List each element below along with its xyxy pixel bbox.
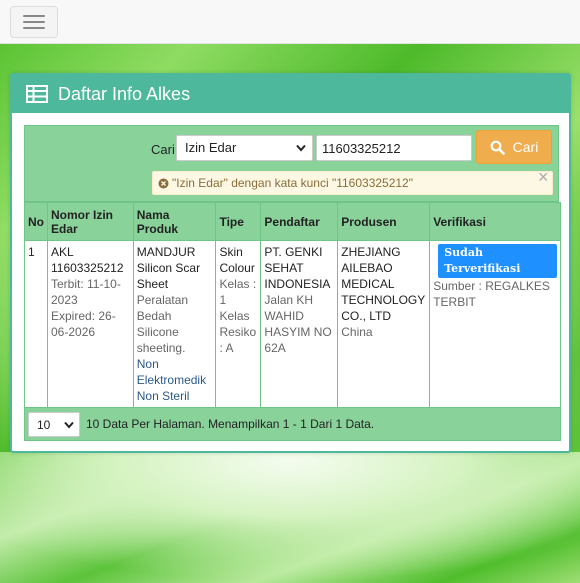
close-circle-icon[interactable] xyxy=(158,178,169,189)
cell-verifikasi: Sudah Terverifikasi Sumber : REGALKES TE… xyxy=(429,240,561,408)
per-page-select[interactable]: 10 xyxy=(28,411,80,437)
cell-produsen: ZHEJIANG AILEBAO MEDICAL TECHNOLOGY CO.,… xyxy=(337,240,431,408)
header-tipe: Tipe xyxy=(215,202,262,241)
per-page-value: 10 xyxy=(37,417,51,432)
izin-edar-number: AKL 11603325212 xyxy=(51,245,124,275)
tipe-kelas: Kelas : 1 xyxy=(219,277,257,307)
search-alert-text: "Izin Edar" dengan kata kunci "116033252… xyxy=(172,176,413,190)
search-field-selected: Izin Edar xyxy=(185,140,237,155)
search-button[interactable]: Cari xyxy=(476,130,552,164)
table-header-row: No Nomor Izin Edar Nama Produk Tipe Pend… xyxy=(24,202,561,241)
search-field-select[interactable]: Izin Edar xyxy=(176,135,313,161)
panel-body: Cari Izin Edar Cari "Izin xyxy=(12,113,569,441)
hamburger-icon-bar xyxy=(23,21,45,23)
cell-no: 1 xyxy=(24,240,48,408)
hamburger-icon-bar xyxy=(23,27,45,29)
produk-kategori: Non Elektromedik Non Steril xyxy=(136,357,207,403)
header-nama-produk: Nama Produk xyxy=(132,202,217,241)
header-verifikasi: Verifikasi xyxy=(429,202,561,241)
produsen-nama: ZHEJIANG AILEBAO MEDICAL TECHNOLOGY CO.,… xyxy=(341,245,426,323)
page-background-lower xyxy=(0,452,580,583)
table-row: 1 AKL 11603325212 Terbit: 11-10-2023 Exp… xyxy=(24,240,561,408)
verifikasi-sumber: Sumber : REGALKES TERBIT xyxy=(433,279,550,309)
panel-heading: Daftar Info Alkes xyxy=(12,75,569,113)
pagination-footer: 10 10 Data Per Halaman. Menampilkan 1 - … xyxy=(24,408,561,441)
panel-title: Daftar Info Alkes xyxy=(58,83,191,104)
search-input[interactable] xyxy=(316,135,472,161)
izin-expired: Expired: 26-06-2026 xyxy=(51,309,116,339)
pendaftar-alamat: Jalan KH WAHID HASYIM NO 62A xyxy=(264,293,332,355)
tipe-resiko: Kelas Resiko : A xyxy=(219,309,257,355)
alert-close-button[interactable]: × xyxy=(538,168,549,186)
alkes-panel: Daftar Info Alkes Cari Izin Edar Cari xyxy=(10,73,571,453)
cell-tipe: Skin Colour Kelas : 1 Kelas Resiko : A xyxy=(215,240,262,408)
top-navbar xyxy=(0,0,580,44)
search-label: Cari xyxy=(151,142,175,157)
search-alert: "Izin Edar" dengan kata kunci "116033252… xyxy=(152,171,553,195)
menu-toggle-button[interactable] xyxy=(10,6,58,38)
header-nomor-izin: Nomor Izin Edar xyxy=(47,202,134,241)
produsen-negara: China xyxy=(341,325,373,339)
table-icon xyxy=(26,85,48,103)
chevron-down-icon xyxy=(64,421,74,429)
produk-jenis: Peralatan Bedah Silicone sheeting. xyxy=(136,293,189,355)
cell-izin-edar: AKL 11603325212 Terbit: 11-10-2023 Expir… xyxy=(47,240,134,408)
cell-nama-produk: MANDJUR Silicon Scar Sheet Peralatan Bed… xyxy=(132,240,217,408)
search-icon xyxy=(490,140,505,155)
produk-nama: MANDJUR Silicon Scar Sheet xyxy=(136,245,201,291)
header-pendaftar: Pendaftar xyxy=(260,202,339,241)
cell-pendaftar: PT. GENKI SEHAT INDONESIA Jalan KH WAHID… xyxy=(260,240,339,408)
results-table: No Nomor Izin Edar Nama Produk Tipe Pend… xyxy=(24,202,561,408)
tipe-nama: Skin Colour xyxy=(219,245,255,275)
header-no: No xyxy=(24,202,48,241)
header-produsen: Produsen xyxy=(337,202,431,241)
search-form: Cari Izin Edar Cari "Izin xyxy=(24,125,559,202)
pendaftar-nama: PT. GENKI SEHAT INDONESIA xyxy=(264,245,331,291)
pagination-info: 10 Data Per Halaman. Menampilkan 1 - 1 D… xyxy=(86,417,375,431)
chevron-down-icon xyxy=(296,144,306,152)
hamburger-icon-bar xyxy=(23,15,45,17)
izin-terbit: Terbit: 11-10-2023 xyxy=(51,277,121,307)
verified-badge: Sudah Terverifikasi xyxy=(438,244,557,278)
search-button-label: Cari xyxy=(512,139,539,155)
